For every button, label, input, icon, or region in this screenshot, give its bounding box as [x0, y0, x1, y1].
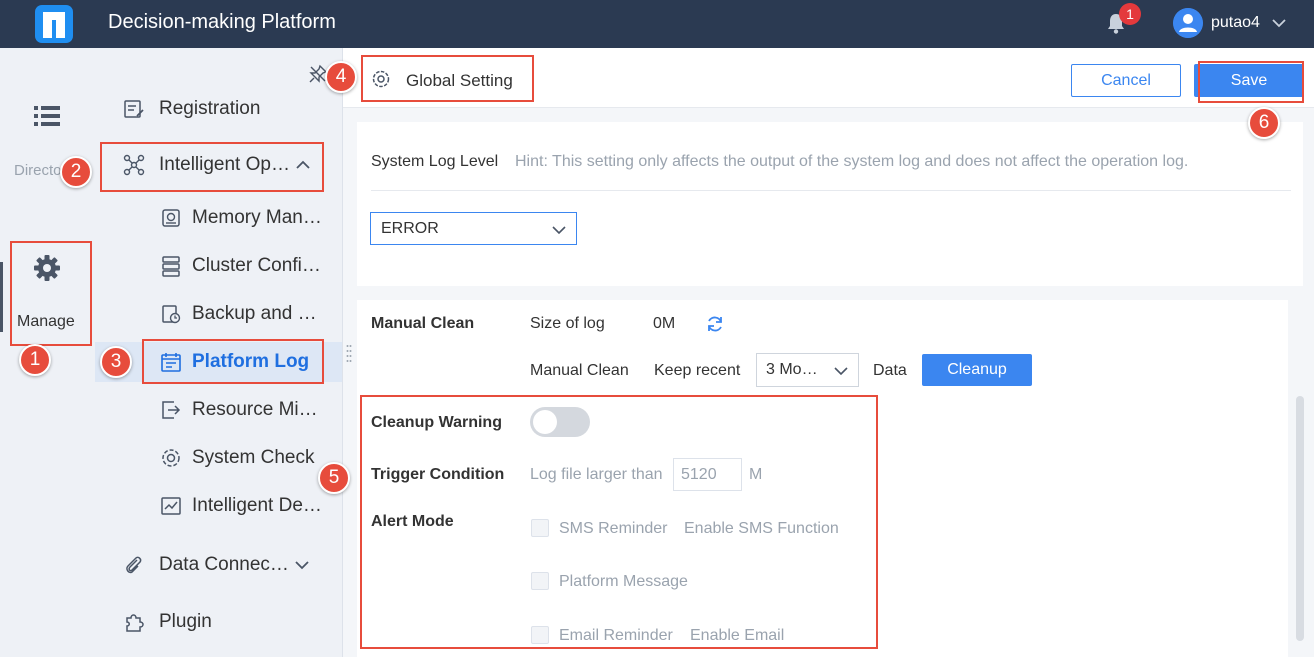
- annotation-number: 2: [60, 156, 92, 188]
- chevron-down-icon[interactable]: [293, 556, 311, 574]
- nav-label: Plugin: [159, 611, 212, 632]
- nav-item-data-connection[interactable]: Data Connec…: [123, 554, 311, 576]
- nav-label: Resource Mi…: [192, 399, 318, 420]
- rail-active-indicator: [0, 262, 3, 332]
- nav-label: Memory Man…: [192, 207, 322, 228]
- scrollbar-thumb[interactable]: [1296, 396, 1304, 641]
- manual-clean-section-label: Manual Clean: [371, 315, 475, 332]
- annotation-box-cleanup-warning: [360, 395, 878, 649]
- keep-recent-select[interactable]: 3 Mo…: [756, 353, 859, 387]
- system-log-card: System Log Level Hint: This setting only…: [357, 122, 1303, 286]
- scrollbar[interactable]: [1293, 300, 1307, 657]
- user-avatar-icon[interactable]: [1173, 8, 1203, 38]
- divider: [371, 190, 1291, 191]
- annotation-number: 3: [100, 346, 132, 378]
- nav-label: Registration: [159, 98, 261, 119]
- resource-migration-icon: [162, 401, 181, 419]
- annotation-number: 5: [318, 462, 350, 494]
- drag-handle-icon[interactable]: [346, 344, 352, 364]
- system-log-hint: Hint: This setting only affects the outp…: [515, 153, 1189, 170]
- backup-icon: [162, 305, 181, 324]
- refresh-icon[interactable]: [705, 314, 725, 334]
- system-check-icon: [162, 449, 180, 467]
- notification-badge: 1: [1119, 3, 1141, 25]
- nav-item-cluster[interactable]: Cluster Confi…: [160, 255, 321, 277]
- registration-icon: [124, 100, 144, 118]
- nav-item-memory[interactable]: Memory Man…: [160, 207, 322, 229]
- nav-label: Data Connec…: [159, 554, 289, 575]
- log-level-select[interactable]: ERROR: [370, 212, 577, 245]
- chevron-down-icon: [834, 367, 848, 376]
- rail-directory-label[interactable]: Directo: [14, 162, 64, 179]
- annotation-number: 4: [325, 61, 357, 93]
- plugin-icon: [126, 614, 144, 632]
- annotation-box-platform-log: [142, 339, 324, 384]
- size-of-log-value: 0M: [653, 315, 676, 332]
- annotation-box-save: [1198, 61, 1304, 103]
- username[interactable]: putao4: [1211, 14, 1260, 32]
- nav-label: Intelligent De…: [192, 495, 322, 516]
- log-level-value: ERROR: [381, 220, 439, 237]
- keep-recent-label: Keep recent: [654, 362, 741, 379]
- app-title: Decision-making Platform: [108, 11, 336, 33]
- cleanup-button[interactable]: Cleanup: [922, 354, 1032, 386]
- annotation-number: 6: [1248, 107, 1280, 139]
- nav-item-backup[interactable]: Backup and …: [160, 303, 317, 325]
- data-label: Data: [873, 362, 907, 379]
- chevron-down-icon[interactable]: [1270, 14, 1288, 32]
- nav-label: System Check: [192, 447, 315, 468]
- chevron-down-icon: [552, 226, 566, 235]
- manual-clean-row-label: Manual Clean: [530, 362, 629, 379]
- system-log-level-label: System Log Level: [371, 153, 499, 170]
- nav-item-resource-migration[interactable]: Resource Mi…: [160, 399, 318, 421]
- cluster-icon: [162, 256, 180, 277]
- keep-recent-value: 3 Mo…: [766, 361, 818, 378]
- nav-item-plugin[interactable]: Plugin: [123, 611, 212, 633]
- nav-label: Cluster Confi…: [192, 255, 321, 276]
- annotation-box-intelligent-ops: [100, 142, 324, 192]
- data-connection-icon: [126, 556, 142, 574]
- memory-icon: [162, 209, 180, 227]
- nav-item-intelligent-detect[interactable]: Intelligent De…: [160, 495, 322, 517]
- top-bar: Decision-making Platform 1 putao4: [0, 0, 1314, 48]
- list-icon[interactable]: [33, 104, 61, 128]
- intelligent-detect-icon: [161, 497, 181, 515]
- nav-label: Backup and …: [192, 303, 317, 324]
- annotation-box-manage: [10, 241, 92, 346]
- cancel-button[interactable]: Cancel: [1071, 64, 1181, 97]
- size-of-log-label: Size of log: [530, 315, 605, 332]
- nav-item-registration[interactable]: Registration: [123, 98, 260, 120]
- annotation-box-global-setting: [361, 55, 534, 102]
- annotation-number: 1: [19, 344, 51, 376]
- logo[interactable]: [34, 4, 74, 44]
- nav-item-system-check[interactable]: System Check: [160, 447, 314, 469]
